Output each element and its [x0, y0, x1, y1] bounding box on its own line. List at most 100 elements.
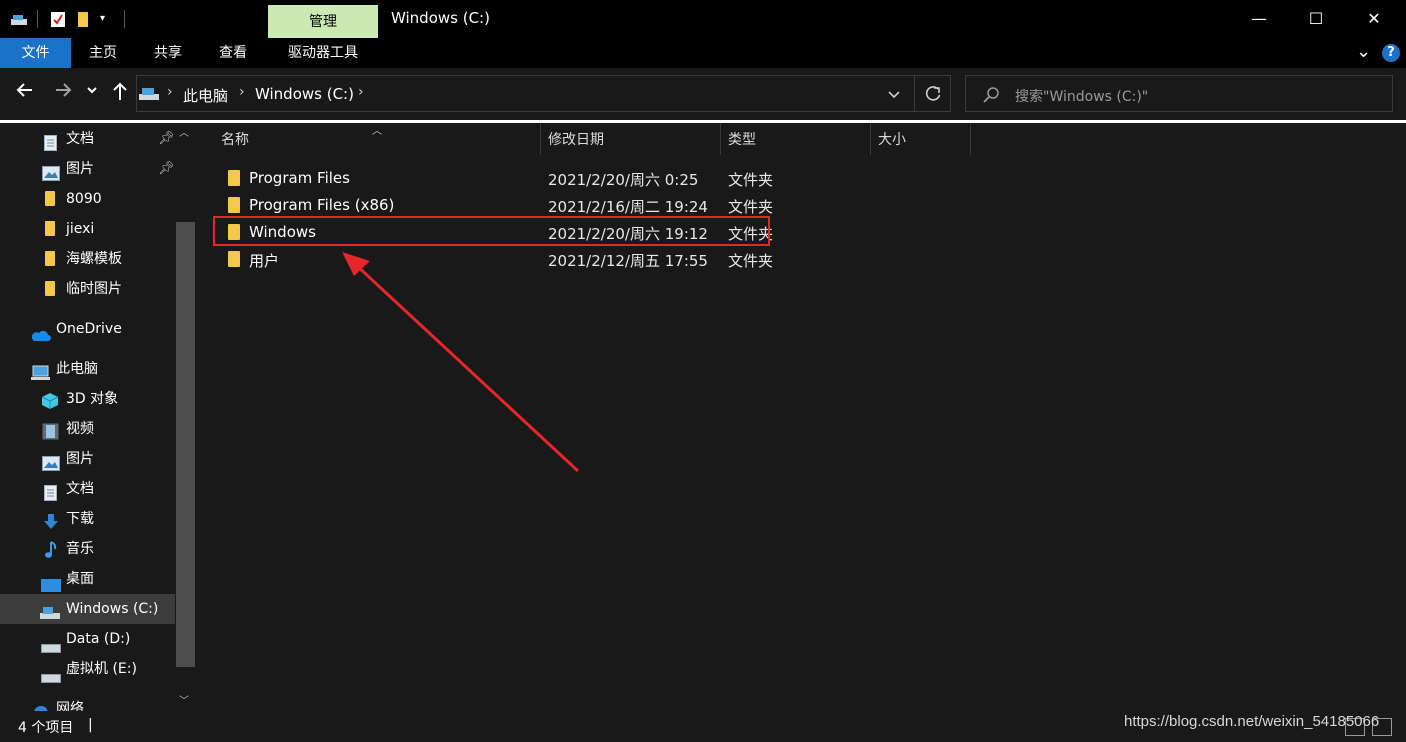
tab-drive-tools[interactable]: 驱动器工具: [268, 38, 378, 70]
nav-item-network[interactable]: 网络: [0, 694, 175, 711]
breadcrumb-this-pc[interactable]: 此电脑: [183, 85, 228, 106]
nav-item-label: 8090: [66, 191, 102, 207]
chevron-right-icon[interactable]: ›: [239, 84, 245, 100]
refresh-icon: [925, 86, 941, 101]
title-bar: [0, 0, 1406, 38]
column-header-name[interactable]: 名称: [221, 123, 249, 155]
watermark-text: https://blog.csdn.net/weixin_54185066: [1124, 713, 1380, 730]
column-divider[interactable]: [970, 123, 971, 155]
column-divider[interactable]: [540, 123, 541, 155]
status-separator: |: [88, 717, 93, 733]
tab-home[interactable]: 主页: [74, 38, 132, 68]
tab-manage-context[interactable]: 管理: [268, 5, 378, 38]
tab-view[interactable]: 查看: [203, 38, 263, 68]
scroll-up-icon[interactable]: ︿: [179, 124, 189, 139]
nav-item-temp-pictures[interactable]: 临时图片: [0, 274, 175, 304]
folder-icon: [45, 191, 55, 206]
minimize-button[interactable]: —: [1236, 0, 1282, 38]
folder-icon: [228, 251, 240, 267]
file-type: 文件夹: [728, 171, 774, 189]
nav-item-label: 文档: [66, 131, 94, 147]
column-divider[interactable]: [870, 123, 871, 155]
file-name: Program Files: [249, 169, 350, 187]
nav-item-label: 海螺模板: [66, 251, 122, 267]
nav-item-label: 虚拟机 (E:): [66, 661, 137, 677]
annotation-highlight-box: [213, 216, 770, 246]
nav-item-this-pc[interactable]: 此电脑: [0, 354, 175, 384]
file-row[interactable]: Program Files (x86) 2021/2/16/周二 19:24 文…: [214, 193, 774, 218]
sort-ascending-icon: ︿: [372, 126, 382, 137]
nav-item-pictures-pinned[interactable]: 图片 📌︎: [0, 154, 175, 184]
column-header-size[interactable]: 大小: [878, 123, 906, 155]
nav-item-drive-e[interactable]: 虚拟机 (E:): [0, 654, 175, 684]
recent-locations-button[interactable]: [82, 80, 102, 108]
window-title: Windows (C:): [391, 9, 490, 27]
file-name: Program Files (x86): [249, 196, 395, 214]
file-row[interactable]: Program Files 2021/2/20/周六 0:25 文件夹: [214, 166, 774, 191]
chevron-right-icon[interactable]: ›: [358, 84, 364, 100]
column-header-date[interactable]: 修改日期: [548, 123, 604, 155]
annotation-arrow-icon: [342, 252, 580, 473]
drive-icon[interactable]: [10, 12, 28, 25]
nav-item-label: 桌面: [66, 571, 94, 587]
back-button[interactable]: [11, 80, 39, 108]
toolbar-separator: [37, 10, 38, 28]
search-placeholder: 搜索"Windows (C:)": [1015, 89, 1149, 105]
chevron-down-icon: [87, 87, 97, 94]
nav-item-downloads[interactable]: 下载: [0, 504, 175, 534]
nav-item-label: 3D 对象: [66, 391, 119, 407]
navigation-pane: 文档 📌︎ 图片 📌︎ 8090 jiexi 海螺模板 临时图片 OneDriv…: [0, 123, 196, 711]
column-header-type[interactable]: 类型: [728, 123, 756, 155]
help-button[interactable]: ?: [1382, 44, 1400, 62]
nav-item-jiexi[interactable]: jiexi: [0, 214, 175, 244]
nav-item-onedrive[interactable]: OneDrive: [0, 314, 175, 344]
nav-item-documents[interactable]: 文档: [0, 474, 175, 504]
nav-item-music[interactable]: 音乐: [0, 534, 175, 564]
forward-button[interactable]: [49, 80, 77, 108]
arrow-left-icon: [16, 83, 32, 97]
nav-item-3d-objects[interactable]: 3D 对象: [0, 384, 175, 414]
scrollbar-thumb[interactable]: [176, 222, 195, 667]
nav-item-drive-d[interactable]: Data (D:): [0, 624, 175, 654]
nav-item-label: OneDrive: [56, 321, 122, 337]
file-type: 文件夹: [728, 252, 774, 270]
nav-item-conch-templates[interactable]: 海螺模板: [0, 244, 175, 274]
column-divider[interactable]: [720, 123, 721, 155]
close-button[interactable]: ✕: [1351, 0, 1397, 38]
nav-item-label: 临时图片: [66, 281, 122, 297]
pin-icon[interactable]: 📌︎: [158, 154, 175, 184]
folder-icon: [45, 281, 55, 296]
nav-item-documents-pinned[interactable]: 文档 📌︎: [0, 124, 175, 154]
cloud-icon: [30, 323, 51, 353]
nav-item-label: jiexi: [66, 221, 95, 237]
chevron-right-icon[interactable]: ›: [167, 84, 173, 100]
computer-icon: [138, 86, 160, 106]
new-folder-icon[interactable]: [77, 11, 89, 32]
tab-file[interactable]: 文件: [0, 38, 71, 68]
file-date: 2021/2/20/周六 0:25: [548, 171, 699, 189]
properties-icon[interactable]: [50, 11, 66, 32]
refresh-button[interactable]: [924, 85, 942, 107]
scroll-down-icon[interactable]: ﹀: [179, 692, 189, 707]
folder-icon: [45, 251, 55, 266]
pin-icon[interactable]: 📌︎: [158, 124, 175, 154]
nav-item-drive-c[interactable]: Windows (C:): [0, 594, 175, 624]
search-icon: [983, 86, 1000, 107]
nav-item-pictures[interactable]: 图片: [0, 444, 175, 474]
nav-item-label: 图片: [66, 161, 94, 177]
maximize-button[interactable]: ☐: [1293, 0, 1339, 38]
nav-item-label: 此电脑: [56, 361, 98, 377]
nav-item-8090[interactable]: 8090: [0, 184, 175, 214]
up-button[interactable]: [106, 80, 134, 108]
nav-item-label: 网络: [56, 701, 84, 711]
address-history-dropdown[interactable]: [886, 86, 902, 106]
customize-toolbar-icon[interactable]: ▾: [100, 13, 105, 24]
file-type: 文件夹: [728, 198, 774, 216]
ribbon-collapse-button[interactable]: ⌄: [1356, 41, 1371, 62]
tab-share[interactable]: 共享: [138, 38, 198, 68]
breadcrumb-drive-c[interactable]: Windows (C:): [255, 85, 354, 103]
nav-item-label: 视频: [66, 421, 94, 437]
nav-item-desktop[interactable]: 桌面: [0, 564, 175, 594]
nav-item-videos[interactable]: 视频: [0, 414, 175, 444]
folder-icon: [228, 170, 240, 186]
